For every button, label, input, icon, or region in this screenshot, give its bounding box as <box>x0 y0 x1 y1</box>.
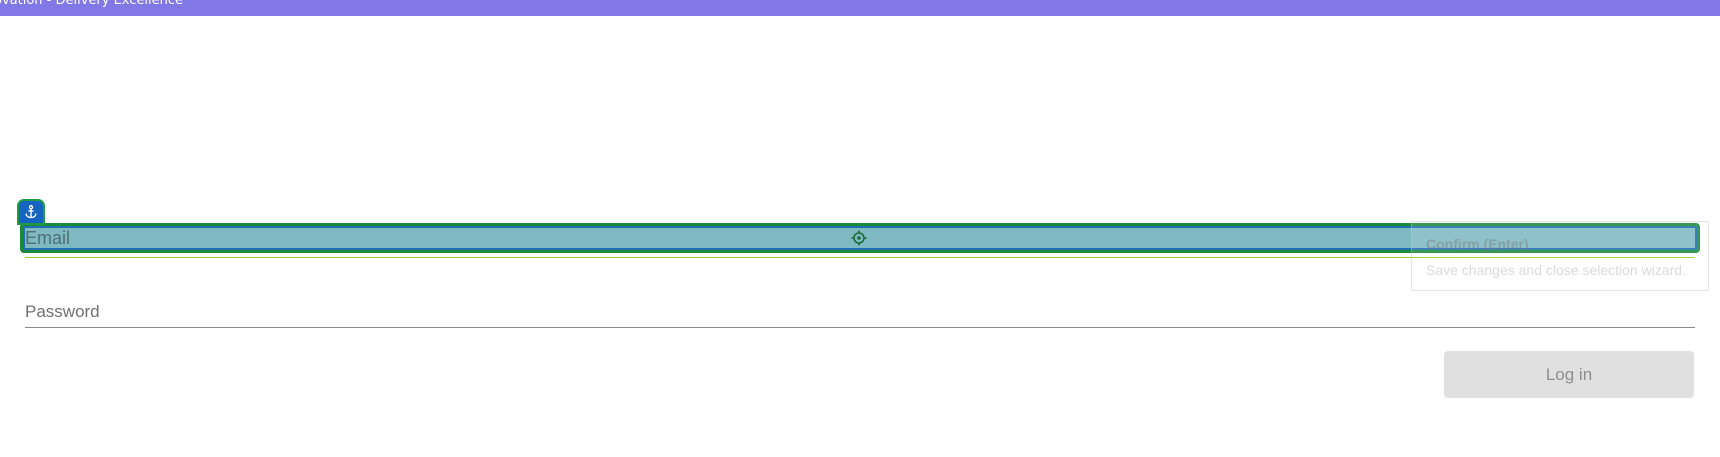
tooltip-body: Save changes and close selection wizard. <box>1426 262 1686 278</box>
login-button[interactable]: Log in <box>1444 351 1694 398</box>
anchor-icon[interactable] <box>19 201 43 223</box>
top-bar: ovation - Delivery Excellence <box>0 0 1720 16</box>
crosshair-icon[interactable] <box>851 230 867 246</box>
password-field[interactable]: Password <box>25 301 100 323</box>
tooltip-title: Confirm (Enter) <box>1426 236 1529 252</box>
confirm-tooltip: Confirm (Enter) Save changes and close s… <box>1411 221 1709 291</box>
email-field[interactable]: Email <box>25 227 70 249</box>
app-title: ovation - Delivery Excellence <box>0 0 183 8</box>
password-underline <box>25 327 1695 328</box>
